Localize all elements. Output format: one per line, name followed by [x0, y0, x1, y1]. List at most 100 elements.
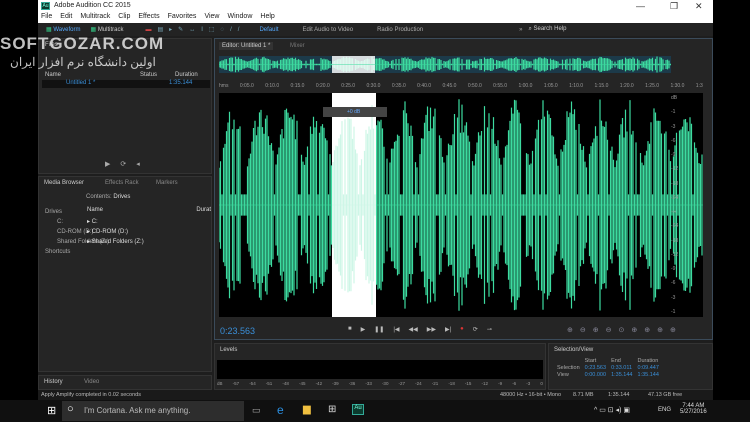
menu-window[interactable]: Window [227, 13, 252, 20]
loop-icon[interactable]: ⟳ [120, 161, 136, 168]
levels-panel: Levels dB -57 -54 -51 -48 -45 -42 -39 -36 -33 -30-… [214, 343, 546, 390]
go-end-icon[interactable]: ▶| [445, 326, 451, 333]
media-item[interactable]: ▸ C: [87, 217, 211, 227]
menu-view[interactable]: View [204, 13, 219, 20]
loop-icon[interactable]: ⟳ [473, 326, 478, 333]
spectral-display-icon[interactable]: ▬ [145, 27, 151, 33]
tab-media-browser[interactable]: Media Browser [44, 180, 84, 186]
workspace-radio-production[interactable]: Radio Production [377, 27, 423, 33]
audition-taskbar-icon[interactable]: Au [352, 404, 364, 415]
file-row[interactable]: Untitled 1 * 1:35.144 [42, 80, 210, 88]
slip-tool-icon[interactable]: ↔ [189, 27, 195, 33]
time-ruler[interactable]: hms 0:05.0 0:10.0 0:15.0 0:20.0 0:25.0 0:30.0 0… [219, 83, 703, 92]
menu-clip[interactable]: Clip [118, 13, 130, 20]
zoom-out-time-icon[interactable]: ⊖ [606, 326, 612, 334]
tab-history[interactable]: History [44, 379, 63, 385]
go-start-icon[interactable]: |◀ [393, 326, 399, 333]
zoom-reset-icon[interactable]: ⊕ [670, 326, 676, 334]
store-icon[interactable]: ⊞ [328, 404, 336, 415]
col-name[interactable]: Name [45, 72, 140, 78]
zoom-full-icon[interactable]: ⊙ [619, 326, 625, 334]
col-duration[interactable]: Durat [196, 207, 211, 213]
pause-icon[interactable]: ❚❚ [374, 326, 384, 333]
file-name: Untitled 1 * [66, 80, 96, 86]
view-start[interactable]: 0:00.000 [585, 372, 606, 378]
window-title: Adobe Audition CC 2015 [54, 2, 131, 9]
header-start: Start [584, 358, 597, 364]
menu-effects[interactable]: Effects [138, 13, 159, 20]
overview-waveform[interactable] [219, 56, 671, 73]
move-tool-icon[interactable]: ▸ [169, 26, 172, 33]
task-view-icon[interactable]: ▭ [252, 405, 261, 416]
file-explorer-icon[interactable]: ▆ [303, 404, 311, 415]
tray-icons[interactable]: ^ ▭ ⊡ ◂) ▣ [594, 406, 630, 414]
search-help[interactable]: ⌕ Search Help [528, 26, 566, 33]
tab-effects-rack[interactable]: Effects Rack [105, 180, 139, 186]
media-browser-panel: Media Browser Effects Rack Markers Conte… [38, 176, 212, 372]
selection-duration[interactable]: 0:09.447 [637, 365, 658, 371]
waveform-display[interactable]: +0 dB [219, 93, 703, 317]
edge-icon[interactable]: e [277, 403, 284, 417]
media-item[interactable]: ▸ CD-ROM (D:) [87, 227, 211, 237]
skip-icon[interactable]: ⊸ [487, 326, 492, 333]
workspace-edit-audio-video[interactable]: Edit Audio to Video [302, 27, 353, 33]
menu-edit[interactable]: Edit [60, 13, 72, 20]
menu-favorites[interactable]: Favorites [168, 13, 197, 20]
close-button[interactable]: ✕ [695, 1, 703, 12]
zoom-out-point-icon[interactable]: ⊕ [657, 326, 663, 334]
zoom-out-amplitude-icon[interactable]: ⊖ [580, 326, 586, 334]
lasso-tool-icon[interactable]: ◌ [221, 27, 225, 33]
zoom-in-time-icon[interactable]: ⊕ [593, 326, 599, 334]
restore-button[interactable]: ❐ [670, 1, 678, 12]
level-tick: -15 [464, 381, 472, 386]
minimize-button[interactable]: — [636, 1, 645, 11]
marquee-tool-icon[interactable]: ⬚ [209, 26, 215, 33]
multitrack-view-button[interactable]: ▦ Multitrack [90, 26, 123, 33]
start-button[interactable]: ⊞ [47, 404, 56, 417]
forward-icon[interactable]: ▶▶ [427, 326, 436, 333]
spectral-pitch-icon[interactable]: ▤ [157, 26, 163, 33]
stop-icon[interactable]: ■ [348, 326, 352, 333]
col-name[interactable]: Name [87, 207, 103, 213]
more-workspaces-button[interactable]: » [519, 27, 522, 33]
waveform-view-button[interactable]: ▦ Waveform [46, 26, 80, 33]
tab-editor[interactable]: Editor: Untitled 1 * [219, 42, 274, 50]
db-tick: -9 [671, 152, 676, 159]
play-icon[interactable]: ▶ [105, 161, 120, 168]
brush-tool-icon[interactable]: / [230, 27, 232, 33]
ruler-tick: 1:30.0 [670, 83, 685, 89]
hud-volume[interactable]: +0 dB [323, 107, 387, 117]
selection-view-title: Selection/View [554, 347, 594, 353]
cortana-search[interactable]: ○ I'm Cortana. Ask me anything. [62, 401, 244, 421]
ruler-tick: 0:50.0 [467, 83, 482, 89]
view-end[interactable]: 1:35.144 [611, 372, 632, 378]
record-icon[interactable]: ● [460, 326, 464, 333]
time-selection-tool-icon[interactable]: I [201, 27, 203, 33]
volume-icon[interactable]: ◂ [136, 161, 150, 168]
zoom-in-point-icon[interactable]: ⊕ [644, 326, 650, 334]
spot-healing-icon[interactable]: / [238, 27, 240, 33]
tree-shortcuts[interactable]: Shortcuts [45, 247, 109, 257]
selection-start[interactable]: 0:23.563 [585, 365, 606, 371]
col-duration[interactable]: Duration [175, 72, 198, 78]
view-duration[interactable]: 1:35.144 [637, 372, 658, 378]
tab-video[interactable]: Video [84, 379, 99, 385]
menu-file[interactable]: File [41, 13, 52, 20]
tab-mixer[interactable]: Mixer [290, 43, 305, 49]
zoom-in-amplitude-icon[interactable]: ⊕ [567, 326, 573, 334]
media-item[interactable]: ▸ Shared Folders (Z:) [87, 237, 211, 247]
rewind-icon[interactable]: ◀◀ [409, 326, 418, 333]
db-tick: -9 [671, 266, 676, 273]
selection-end[interactable]: 0:33.011 [611, 365, 632, 371]
contents-selector[interactable]: Contents: Drives [86, 194, 130, 200]
menu-multitrack[interactable]: Multitrack [80, 13, 110, 20]
menu-help[interactable]: Help [260, 13, 274, 20]
play-icon[interactable]: ▶ [361, 326, 366, 333]
zoom-selection-icon[interactable]: ⊕ [631, 326, 637, 334]
clock[interactable]: 7:44 AM 5/27/2016 [680, 403, 707, 415]
razor-tool-icon[interactable]: ✎ [178, 26, 183, 33]
language-indicator[interactable]: ENG [658, 407, 671, 413]
tab-markers[interactable]: Markers [156, 180, 178, 186]
workspace-default[interactable]: Default [259, 27, 278, 33]
col-status[interactable]: Status [140, 72, 175, 78]
